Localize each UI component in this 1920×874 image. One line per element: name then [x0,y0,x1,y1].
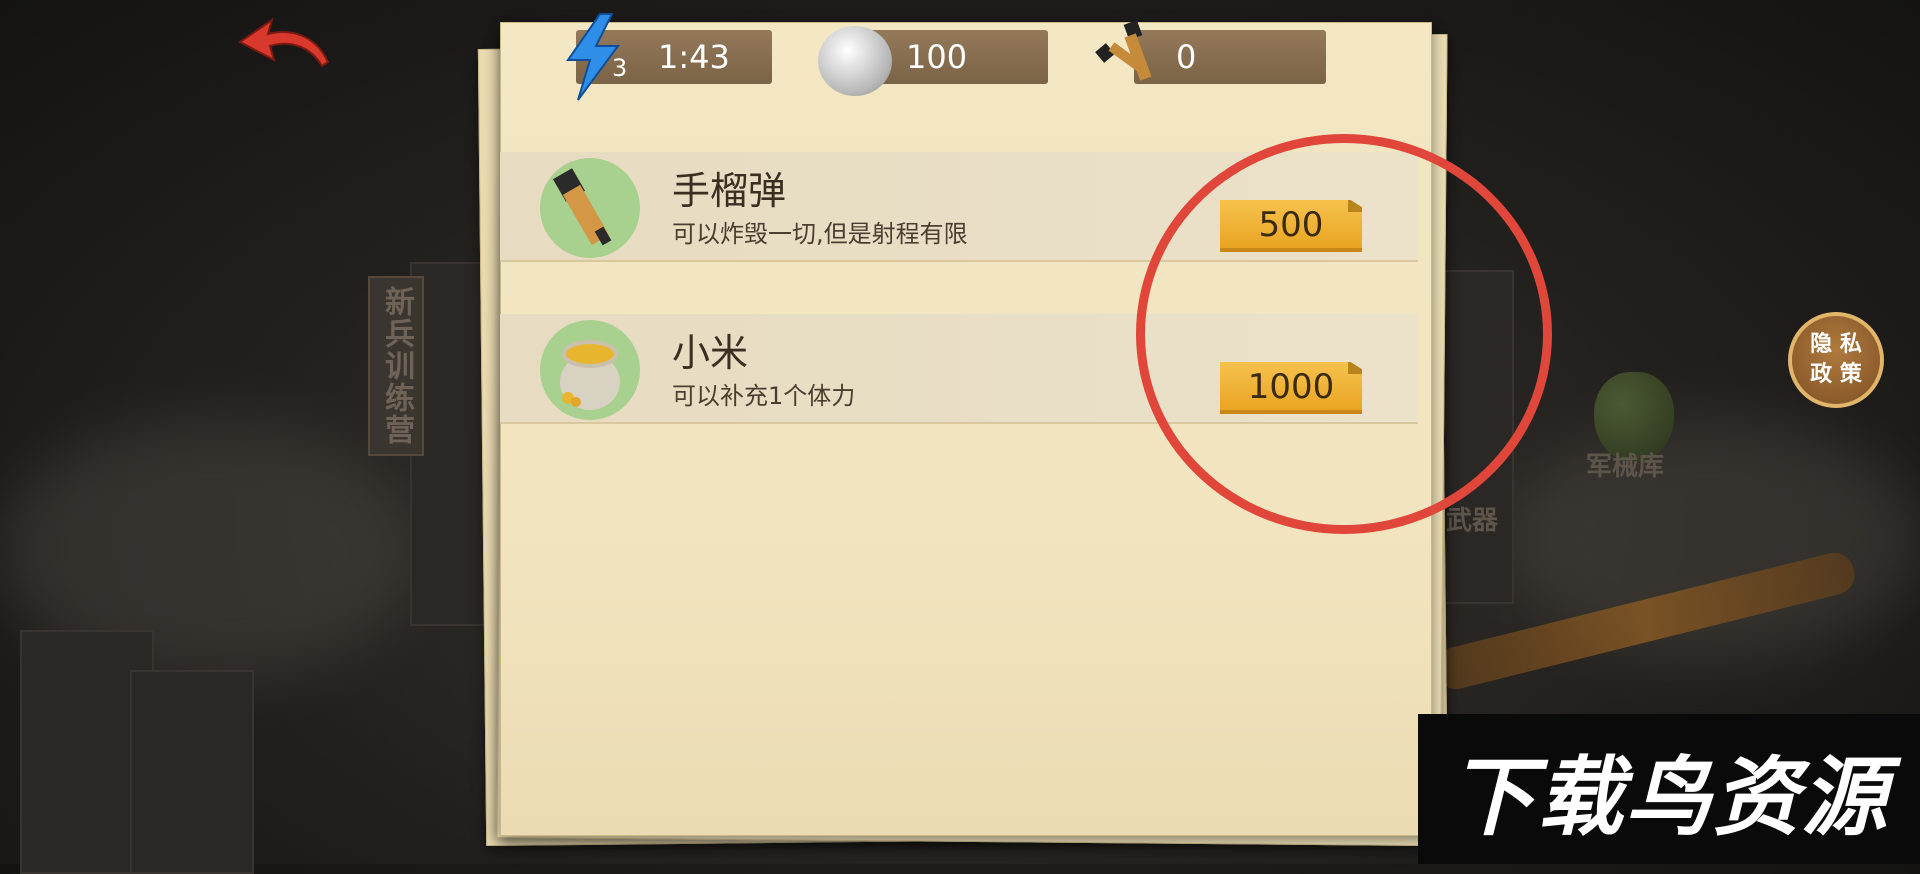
back-arrow-icon[interactable] [236,14,336,74]
watermark: 下载鸟资源 [1418,714,1920,864]
item-description: 可以补充1个体力 [672,382,856,410]
shop-panel [500,22,1432,836]
buy-grenade-price-button[interactable]: 500 [1220,200,1362,252]
energy-count: 3 [612,54,628,82]
silver-coin-icon [818,26,892,96]
millet-sack-icon [540,320,640,420]
privacy-policy-button[interactable]: 隐 私 政 策 [1788,312,1884,408]
energy-timer: 1:43 [658,38,730,76]
silver-value: 100 [906,38,968,76]
item-name: 小米 [672,331,749,375]
grenade-pair-icon [1090,16,1170,100]
armory-grenade-icon [1594,372,1674,462]
weapon-sign-label: 武器 [1446,506,1499,536]
shop-item-row[interactable]: 小米 可以补充1个体力 1000 [500,314,1418,424]
background-barrel [130,670,254,874]
armory-label: 军械库 [1586,452,1665,482]
shop-item-row[interactable]: 手榴弹 可以炸毁一切,但是射程有限 500 [500,152,1418,262]
item-name: 手榴弹 [672,169,787,213]
background-road [1431,548,1859,694]
background-barrel [20,630,154,874]
privacy-label-line1: 隐 私 [1810,332,1862,357]
item-description: 可以炸毁一切,但是射程有限 [672,220,968,248]
buy-millet-price-button[interactable]: 1000 [1220,362,1362,414]
privacy-label-line2: 政 策 [1810,362,1862,387]
grenade-icon [540,158,640,258]
grenade-count-value: 0 [1176,38,1197,76]
recruit-camp-sign: 新兵训练营 [368,276,424,456]
